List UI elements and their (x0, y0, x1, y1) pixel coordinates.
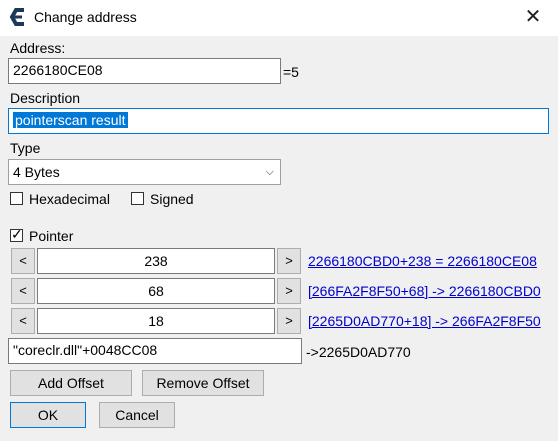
offset-2-input[interactable]: 68 (37, 278, 275, 304)
offset-2-decrement-button[interactable]: < (11, 278, 35, 304)
signed-label: Signed (150, 191, 194, 207)
offset-2-increment-button[interactable]: > (277, 278, 301, 304)
close-icon[interactable]: ✕ (520, 6, 546, 30)
offset-3-decrement-button[interactable]: < (11, 308, 35, 334)
address-value-suffix: =5 (283, 64, 299, 80)
type-selected-value: 4 Bytes (13, 164, 60, 180)
signed-checkbox[interactable] (131, 192, 144, 205)
base-address-input[interactable]: "coreclr.dll"+0048CC08 (8, 338, 302, 364)
description-label: Description (10, 90, 81, 106)
type-select[interactable]: 4 Bytes ⌵ (8, 159, 281, 185)
address-input[interactable]: 2266180CE08 (8, 58, 281, 84)
offset-3-increment-button[interactable]: > (277, 308, 301, 334)
offset-1-input[interactable]: 238 (37, 248, 275, 274)
cheat-engine-icon (9, 8, 24, 26)
hexadecimal-label: Hexadecimal (29, 191, 110, 207)
offset-3-result-link[interactable]: [2265D0AD770+18] -> 266FA2F8F50 (308, 313, 541, 329)
offset-1-result-link[interactable]: 2266180CBD0+238 = 2266180CE08 (308, 253, 537, 269)
ok-button[interactable]: OK (10, 402, 86, 428)
offset-3-input[interactable]: 18 (37, 308, 275, 334)
address-label: Address: (10, 40, 66, 56)
description-value: pointerscan result (13, 112, 128, 128)
offset-1-increment-button[interactable]: > (277, 248, 301, 274)
chevron-down-icon: ⌵ (265, 166, 274, 178)
type-label: Type (10, 140, 41, 156)
window-title: Change address (34, 9, 137, 25)
base-address-result: ->2265D0AD770 (306, 344, 411, 360)
pointer-checkbox[interactable] (10, 226, 23, 242)
cancel-button[interactable]: Cancel (99, 402, 175, 428)
remove-offset-button[interactable]: Remove Offset (142, 370, 264, 396)
description-input[interactable]: pointerscan result (8, 108, 549, 134)
pointer-label: Pointer (29, 228, 74, 244)
offset-2-result-link[interactable]: [266FA2F8F50+68] -> 2266180CBD0 (308, 283, 541, 299)
add-offset-button[interactable]: Add Offset (10, 370, 132, 396)
offset-1-decrement-button[interactable]: < (11, 248, 35, 274)
hexadecimal-checkbox[interactable] (10, 192, 23, 205)
